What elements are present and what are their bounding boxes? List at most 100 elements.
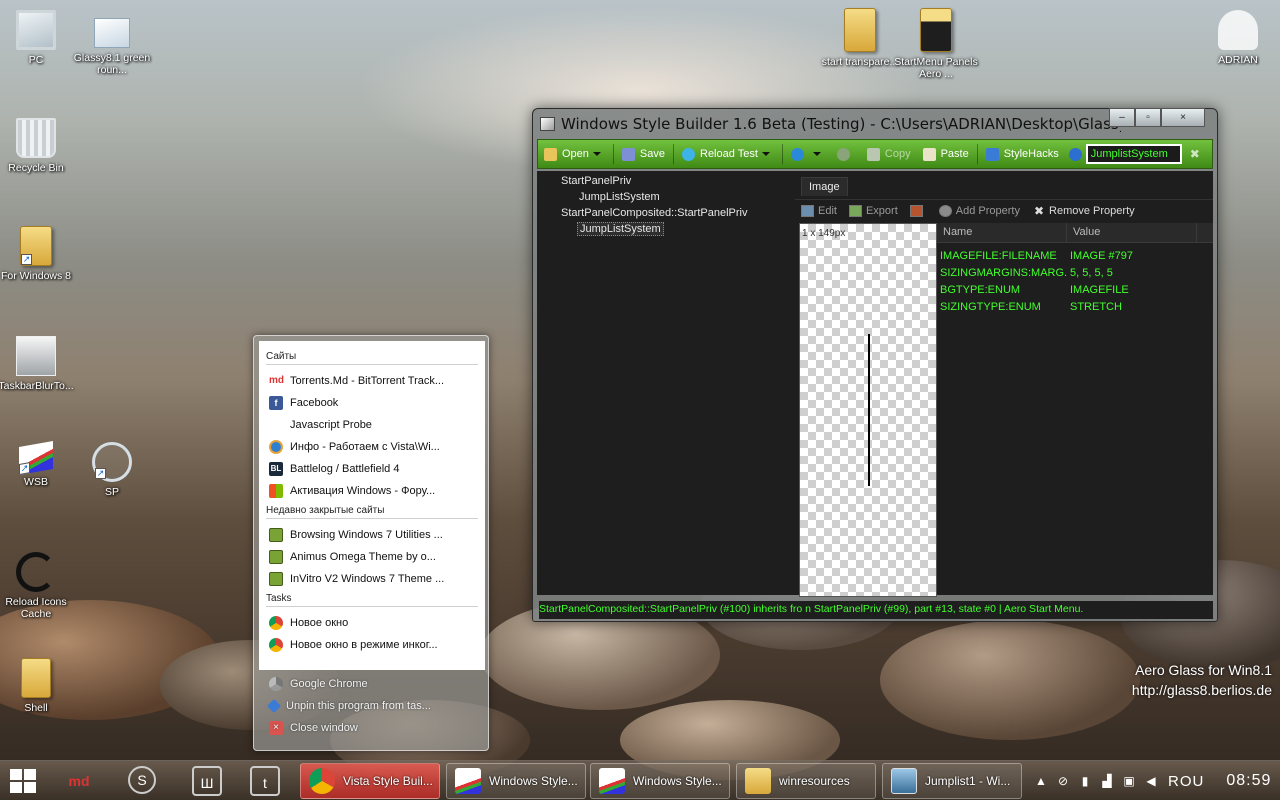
list-item[interactable]: Javascript Probe xyxy=(269,415,479,435)
export-button[interactable]: Export xyxy=(848,204,898,217)
pinned-torrents-md[interactable]: md xyxy=(64,766,94,796)
clear-search-icon[interactable]: ✖ xyxy=(1190,147,1200,161)
jumplist-header-sites: Сайты xyxy=(266,351,478,365)
divider xyxy=(976,144,978,164)
undo-button[interactable] xyxy=(785,140,831,168)
unpin-item[interactable]: Unpin this program from tas... xyxy=(266,696,431,716)
list-item[interactable]: Активация Windows - Фору... xyxy=(269,481,479,501)
page-icon xyxy=(269,550,283,564)
no-entry-icon[interactable]: ⊘ xyxy=(1056,774,1070,788)
tab-image[interactable]: Image xyxy=(801,177,848,196)
column-header-name[interactable]: Name xyxy=(937,223,1067,242)
task-vista-style-builder[interactable]: Vista Style Buil... xyxy=(300,763,440,799)
desktop-icon-glassy[interactable]: Glassy8.1 green roun... xyxy=(70,18,154,76)
shortcut-arrow-icon: ↗ xyxy=(19,462,30,475)
minimize-button[interactable]: ‒ xyxy=(1109,108,1135,127)
desktop-icon-shell[interactable]: Shell xyxy=(0,658,78,714)
desktop-icon-pc[interactable]: PC xyxy=(0,10,78,66)
reload-test-button[interactable]: Reload Test xyxy=(676,140,780,168)
close-window-item[interactable]: × Close window xyxy=(269,718,358,738)
property-name: SIZINGTYPE:ENUM xyxy=(940,301,1041,313)
shortcut-arrow-icon: ↗ xyxy=(95,468,106,479)
list-item[interactable]: Browsing Windows 7 Utilities ... xyxy=(269,525,479,545)
edit-icon xyxy=(801,204,814,217)
reload-icon xyxy=(682,147,695,161)
chrome-icon xyxy=(269,677,283,691)
desktop-icon-reload-icons-cache[interactable]: Reload Icons Cache xyxy=(0,552,78,620)
network-icon[interactable]: ▣ xyxy=(1122,774,1136,788)
desktop-icon-taskbarblur[interactable]: TaskbarBlurTo... xyxy=(0,336,78,392)
show-hidden-icons-icon[interactable]: ▲ xyxy=(1034,774,1048,788)
table-row[interactable]: IMAGEFILE:FILENAME IMAGE #797 xyxy=(937,248,1213,265)
copy-button[interactable]: Copy xyxy=(861,140,917,168)
aero-glass-watermark: Aero Glass for Win8.1 http://glass8.berl… xyxy=(1132,660,1272,700)
list-item[interactable]: Инфо - Работаем с Vista\Wi... xyxy=(269,437,479,457)
list-item[interactable]: Новое окно в режиме инког... xyxy=(269,635,479,655)
globe-icon xyxy=(269,440,283,454)
list-item[interactable]: Новое окно xyxy=(269,613,479,633)
save-label: Save xyxy=(639,148,665,160)
list-item[interactable]: InVitro V2 Windows 7 Theme ... xyxy=(269,569,479,589)
close-button[interactable]: × xyxy=(1161,108,1205,127)
open-button[interactable]: Open xyxy=(538,140,611,168)
tree-item[interactable]: StartPanelPriv xyxy=(561,175,631,187)
remove-property-button[interactable]: ✖ Remove Property xyxy=(1034,204,1135,218)
desktop-icon-wsb[interactable]: ↗ WSB xyxy=(0,441,78,488)
desktop-icon-recycle-bin[interactable]: Recycle Bin xyxy=(0,118,78,174)
desktop-icon-sp[interactable]: ↗ SP xyxy=(70,442,154,498)
stylehacks-label: StyleHacks xyxy=(1003,148,1059,160)
volume-icon[interactable]: ◀ xyxy=(1144,774,1158,788)
maximize-button[interactable]: ▫ xyxy=(1135,108,1161,127)
class-tree: StartPanelPriv JumpListSystem StartPanel… xyxy=(537,171,795,595)
footer-label: Close window xyxy=(290,722,358,734)
list-item[interactable]: f Facebook xyxy=(269,393,479,413)
task-jumplist1[interactable]: Jumplist1 - Wi... xyxy=(882,763,1022,799)
table-row[interactable]: BGTYPE:ENUM IMAGEFILE xyxy=(937,282,1213,299)
application-window-icon xyxy=(16,336,56,376)
redo-button[interactable] xyxy=(831,140,861,168)
save-button[interactable]: Save xyxy=(616,140,671,168)
chevron-down-icon[interactable] xyxy=(592,152,601,156)
stylehacks-button[interactable]: StyleHacks xyxy=(980,140,1065,168)
tree-item-selected[interactable]: JumpListSystem xyxy=(577,222,664,236)
task-winresources[interactable]: winresources xyxy=(736,763,876,799)
desktop-icon-startmenu-panels[interactable]: StartMenu Panels Aero ... xyxy=(894,8,978,80)
search-input[interactable] xyxy=(1085,144,1182,164)
edit-button[interactable]: Edit xyxy=(801,204,837,217)
jumplist-header-recent: Недавно закрытые сайты xyxy=(266,505,478,519)
language-indicator[interactable]: ROU xyxy=(1168,773,1204,790)
tree-item[interactable]: JumpListSystem xyxy=(579,191,660,203)
pinned-app[interactable]: Ш xyxy=(192,766,222,796)
folder-icon xyxy=(844,8,876,52)
chevron-down-icon[interactable] xyxy=(812,152,821,156)
table-row[interactable]: SIZINGTYPE:ENUM STRETCH xyxy=(937,299,1213,316)
blank-page-icon xyxy=(269,418,283,432)
page-icon xyxy=(269,528,283,542)
battery-icon[interactable]: ▮ xyxy=(1078,774,1092,788)
tree-item[interactable]: StartPanelComposited::StartPanelPriv xyxy=(561,207,747,219)
replace-image-button[interactable] xyxy=(909,204,927,217)
chevron-down-icon[interactable] xyxy=(761,152,770,156)
pinned-twitter[interactable]: t xyxy=(250,766,280,796)
list-item[interactable]: Animus Omega Theme by o... xyxy=(269,547,479,567)
column-header-value[interactable]: Value xyxy=(1067,223,1197,242)
signal-icon[interactable]: ▟ xyxy=(1100,774,1114,788)
list-item[interactable]: BL Battlelog / Battlefield 4 xyxy=(269,459,479,479)
add-property-button[interactable]: Add Property xyxy=(938,204,1020,217)
desktop-icon-user[interactable]: ADRIAN xyxy=(1196,10,1280,66)
table-row[interactable]: SIZINGMARGINS:MARG... 5, 5, 5, 5 xyxy=(937,265,1213,282)
open-google-chrome-item[interactable]: Google Chrome xyxy=(269,674,368,694)
start-button[interactable] xyxy=(10,769,36,793)
task-windows-style-builder[interactable]: Windows Style... xyxy=(446,763,586,799)
desktop-icon-start-transparent[interactable]: start transpare... xyxy=(818,8,902,68)
clock[interactable]: 08:59 xyxy=(1226,772,1271,790)
task-windows-style-builder-2[interactable]: Windows Style... xyxy=(590,763,730,799)
remove-property-label: Remove Property xyxy=(1049,204,1135,217)
task-label: Windows Style... xyxy=(633,774,722,788)
paste-button[interactable]: Paste xyxy=(917,140,975,168)
list-item[interactable]: md Torrents.Md - BitTorrent Track... xyxy=(269,371,479,391)
pinned-skype[interactable]: S xyxy=(128,766,156,794)
desktop-icon-for-windows-8[interactable]: ↗ For Windows 8 xyxy=(0,226,78,282)
battlelog-icon: BL xyxy=(269,462,283,476)
window-title: Windows Style Builder 1.6 Beta (Testing)… xyxy=(561,115,1121,133)
